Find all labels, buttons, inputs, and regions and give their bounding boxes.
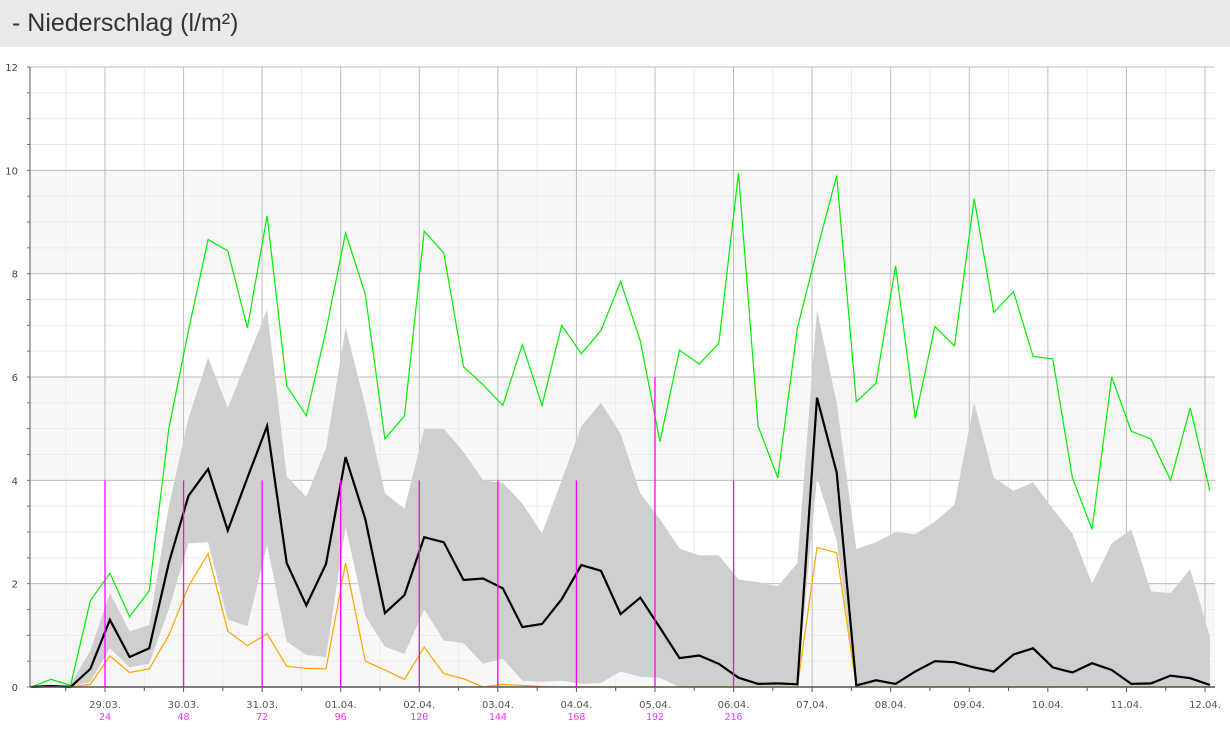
x-tick-label: 11.04. <box>1111 700 1143 711</box>
x-tick-label: 30.03. <box>168 700 200 711</box>
precipitation-chart: 02468101229.03. 30.03. 31.03. 01.04. 02.04. 0… <box>5 63 1221 723</box>
y-tick-label: 6 <box>12 373 18 384</box>
hour-marker-label: 144 <box>489 712 507 723</box>
x-tick-label: 09.04. <box>953 700 985 711</box>
page-title: - Niederschlag (l/m²) <box>12 9 239 37</box>
x-tick-label: 29.03. <box>89 700 121 711</box>
x-tick-label: 12.04. <box>1189 700 1221 711</box>
x-tick-label: 02.04. <box>403 700 435 711</box>
y-tick-label: 12 <box>5 63 18 74</box>
x-tick-label: 07.04. <box>796 700 828 711</box>
x-tick-label: 05.04. <box>639 700 671 711</box>
hour-marker-label: 24 <box>99 712 111 723</box>
y-tick-label: 2 <box>12 580 18 591</box>
x-tick-label: 10.04. <box>1032 700 1064 711</box>
x-tick-label: 06.04. <box>718 700 750 711</box>
y-tick-label: 8 <box>12 270 18 281</box>
hour-marker-label: 168 <box>567 712 585 723</box>
y-tick-label: 0 <box>12 683 18 694</box>
x-tick-label: 01.04. <box>325 700 357 711</box>
hour-marker-label: 72 <box>256 712 268 723</box>
hour-marker-label: 192 <box>646 712 664 723</box>
x-tick-label: 08.04. <box>875 700 907 711</box>
y-tick-label: 4 <box>12 476 18 487</box>
hour-marker-label: 120 <box>410 712 428 723</box>
x-tick-label: 31.03. <box>246 700 278 711</box>
hour-marker-label: 216 <box>725 712 743 723</box>
hour-marker-label: 48 <box>178 712 190 723</box>
y-tick-label: 10 <box>5 166 18 177</box>
chart-header: - Niederschlag (l/m²) <box>0 0 1230 47</box>
x-tick-label: 03.04. <box>482 700 514 711</box>
x-tick-label: 04.04. <box>561 700 593 711</box>
hour-marker-label: 96 <box>335 712 347 723</box>
